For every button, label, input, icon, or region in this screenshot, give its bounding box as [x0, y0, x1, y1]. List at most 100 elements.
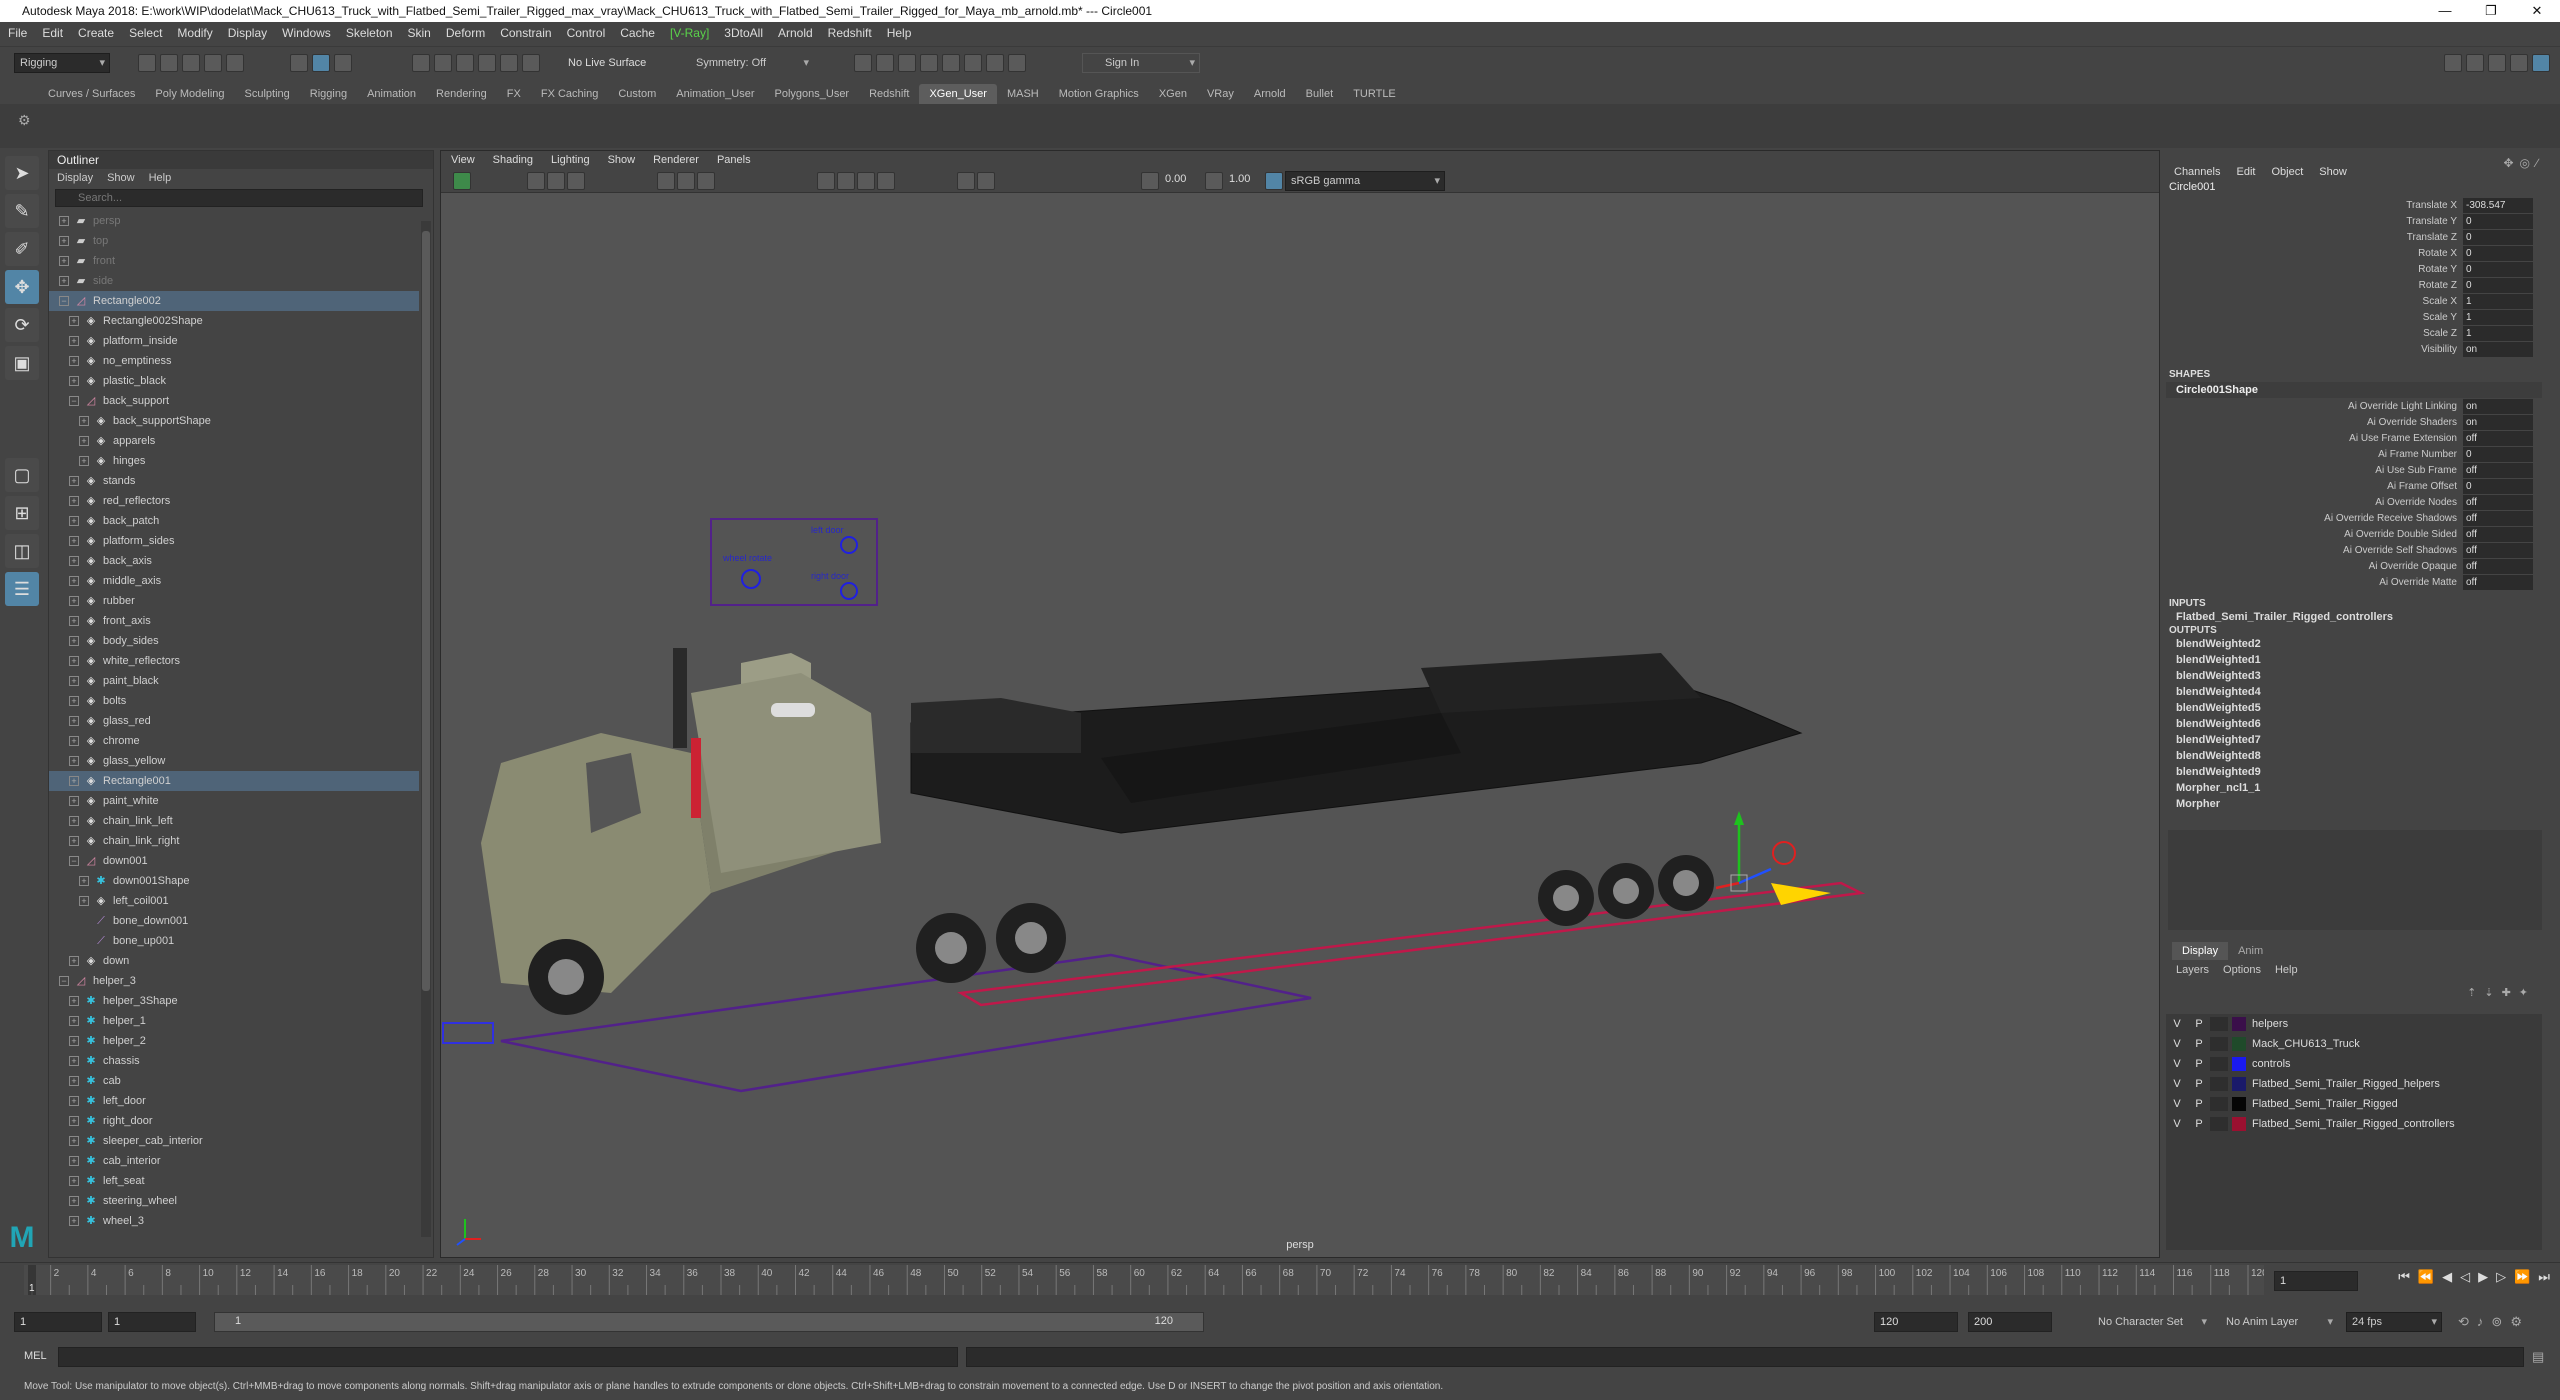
render-current-frame-icon[interactable] [854, 54, 872, 72]
attribute-value-field[interactable]: on [2463, 341, 2533, 357]
shelf-tab[interactable]: Curves / Surfaces [38, 84, 145, 104]
view-transform-dropdown[interactable]: sRGB gamma [1285, 171, 1445, 191]
expand-icon[interactable]: + [79, 896, 89, 906]
layer-color-swatch[interactable] [2232, 1097, 2246, 1111]
outliner-item[interactable]: ⟋ bone_up001 [49, 931, 419, 951]
attribute-label[interactable]: Translate Y [2166, 216, 2463, 227]
visibility-toggle[interactable]: V [2166, 1118, 2188, 1130]
collapse-icon[interactable]: − [59, 296, 69, 306]
shelf-tab[interactable]: Animation [357, 84, 426, 104]
help-menu[interactable]: Help [2275, 964, 2298, 976]
time-ruler-ticks[interactable]: 2 4 6 8 10 12 14 16 18 20 22 24 26 28 30 32 34 36 38 40 42 44… [24, 1265, 2268, 1295]
outliner-scrollbar[interactable] [421, 221, 431, 1237]
outliner-item[interactable]: + ▰ top [49, 231, 419, 251]
viewport-menu-item[interactable]: Lighting [551, 154, 590, 166]
visibility-toggle[interactable]: V [2166, 1098, 2188, 1110]
history-node[interactable]: blendWeighted2 [2166, 636, 2542, 652]
outliner-item[interactable]: + ✱ cab [49, 1071, 419, 1091]
menu-item[interactable]: Windows [282, 26, 331, 40]
outliner-item[interactable]: + ◈ platform_sides [49, 531, 419, 551]
layer-color-swatch[interactable] [2232, 1057, 2246, 1071]
arnold-render-icon[interactable] [986, 54, 1004, 72]
expand-icon[interactable]: + [69, 356, 79, 366]
gamma-value[interactable]: 1.00 [1229, 173, 1250, 185]
attribute-value-field[interactable]: 0 [2463, 277, 2533, 293]
outliner-item[interactable]: + ▰ front [49, 251, 419, 271]
viewport-menu-item[interactable]: View [451, 154, 475, 166]
go-to-end-icon[interactable]: ⏭ [2538, 1269, 2550, 1285]
close-button[interactable]: ✕ [2514, 0, 2560, 22]
attribute-value-field[interactable]: 0 [2463, 229, 2533, 245]
undo-icon[interactable] [204, 54, 222, 72]
select-tool-icon[interactable]: ➤ [5, 156, 39, 190]
display-layer-row[interactable]: V Pcontrols [2166, 1054, 2542, 1074]
outliner-item[interactable]: + ◈ chain_link_right [49, 831, 419, 851]
current-frame-field[interactable]: 1 [2274, 1271, 2358, 1291]
outliner-item[interactable]: + ◈ body_sides [49, 631, 419, 651]
xray-icon[interactable] [957, 172, 975, 190]
menu-item[interactable]: Constrain [500, 26, 551, 40]
history-node[interactable]: blendWeighted8 [2166, 748, 2542, 764]
attribute-label[interactable]: Ai Frame Number [2166, 449, 2463, 460]
scale-tool-icon[interactable]: ▣ [5, 346, 39, 380]
outliner-search-input[interactable]: Search... [55, 189, 423, 207]
wireframe-icon[interactable] [817, 172, 835, 190]
outliner-item[interactable]: + ◈ glass_red [49, 711, 419, 731]
outliner-layout-icon[interactable]: ☰ [5, 572, 39, 606]
display-type-toggle[interactable] [2210, 1017, 2228, 1031]
shelf-tab[interactable]: XGen [1149, 84, 1197, 104]
history-node[interactable]: blendWeighted7 [2166, 732, 2542, 748]
layer-name[interactable]: Flatbed_Semi_Trailer_Rigged [2252, 1098, 2398, 1110]
menu-item[interactable]: Modify [177, 26, 212, 40]
attribute-label[interactable]: Ai Override Nodes [2166, 497, 2463, 508]
outliner-menu-display[interactable]: Display [57, 172, 93, 184]
outliner-item[interactable]: + ◈ white_reflectors [49, 651, 419, 671]
trailer-control-rectangle[interactable] [957, 881, 1866, 1007]
expand-icon[interactable]: + [69, 1036, 79, 1046]
paint-select-tool-icon[interactable]: ✐ [5, 232, 39, 266]
attribute-label[interactable]: Scale Z [2166, 328, 2463, 339]
display-layer-row[interactable]: V P Flatbed_Semi_Trailer_Rigged [2166, 1094, 2542, 1114]
shelf-tab[interactable]: Polygons_User [765, 84, 860, 104]
go-to-start-icon[interactable]: ⏮ [2398, 1269, 2410, 1285]
attribute-label[interactable]: Ai Override Double Sided [2166, 529, 2463, 540]
shelf-tab[interactable]: FX [497, 84, 531, 104]
attribute-label[interactable]: Translate Z [2166, 232, 2463, 243]
outliner-item[interactable]: − ◿ down001 [49, 851, 419, 871]
shelf-tab[interactable]: Custom [608, 84, 666, 104]
show-menu[interactable]: Show [2319, 166, 2347, 178]
snap-curve-icon[interactable] [434, 54, 452, 72]
outliner-item[interactable]: + ✱ steering_wheel [49, 1191, 419, 1211]
attribute-value-field[interactable]: on [2463, 398, 2533, 414]
attribute-value-field[interactable]: off [2463, 430, 2533, 446]
expand-icon[interactable]: + [69, 496, 79, 506]
outliner-item[interactable]: + ◈ chain_link_left [49, 811, 419, 831]
attribute-value-field[interactable]: 0 [2463, 261, 2533, 277]
attribute-value-field[interactable]: off [2463, 542, 2533, 558]
expand-icon[interactable]: + [69, 576, 79, 586]
rotate-tool-icon[interactable]: ⟳ [5, 308, 39, 342]
outliner-item[interactable]: + ◈ no_emptiness [49, 351, 419, 371]
attribute-label[interactable]: Visibility [2166, 344, 2463, 355]
playback-toggle[interactable]: P [2188, 1098, 2210, 1110]
playback-toggle[interactable]: P [2188, 1078, 2210, 1090]
expand-icon[interactable]: + [69, 1096, 79, 1106]
history-node[interactable]: Morpher [2166, 796, 2542, 812]
truck-trailer-model[interactable] [481, 648, 1803, 1015]
history-node[interactable]: blendWeighted3 [2166, 668, 2542, 684]
attribute-value-field[interactable]: 0 [2463, 213, 2533, 229]
attribute-label[interactable]: Rotate Z [2166, 280, 2463, 291]
menu-item[interactable]: Cache [620, 26, 655, 40]
shelf-tab[interactable]: Arnold [1244, 84, 1296, 104]
expand-icon[interactable]: + [69, 376, 79, 386]
expand-icon[interactable]: + [59, 276, 69, 286]
expand-icon[interactable]: + [69, 476, 79, 486]
attribute-value-field[interactable]: 0 [2463, 478, 2533, 494]
outliner-item[interactable]: + ◈ back_supportShape [49, 411, 419, 431]
history-node[interactable]: Flatbed_Semi_Trailer_Rigged_controllers [2166, 609, 2542, 625]
expand-icon[interactable]: + [69, 716, 79, 726]
selected-object-name[interactable]: Circle001 [2166, 181, 2542, 197]
expand-icon[interactable]: + [69, 596, 79, 606]
menu-item[interactable]: Help [887, 26, 912, 40]
outliner-item[interactable]: + ◈ back_patch [49, 511, 419, 531]
